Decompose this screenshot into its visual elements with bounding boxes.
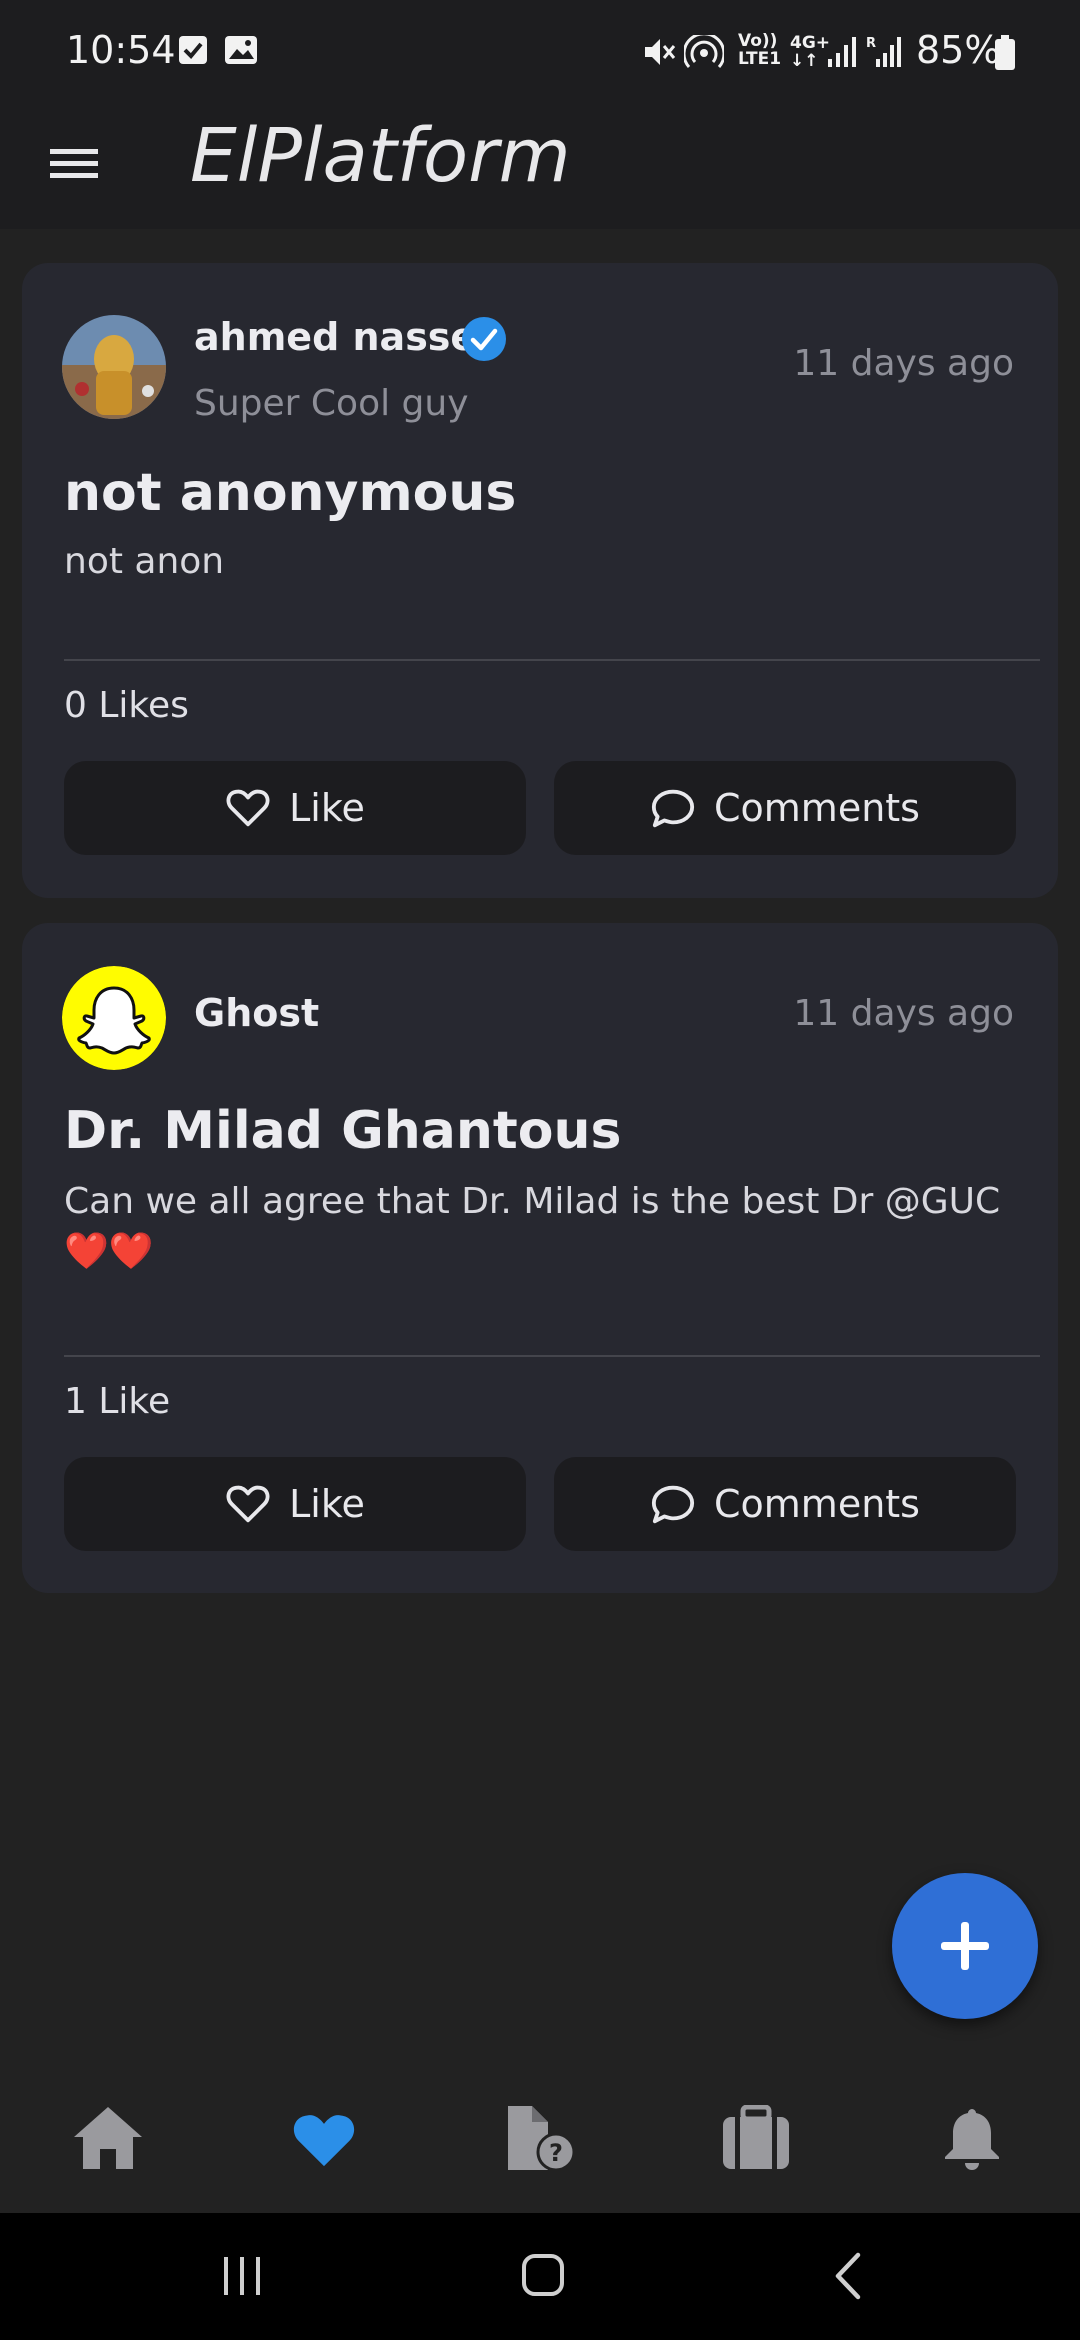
comments-button-label: Comments (714, 786, 920, 830)
svg-text:?: ? (549, 2139, 563, 2167)
nav-questions[interactable]: ? (500, 2098, 580, 2178)
post-title: not anonymous (64, 463, 517, 523)
image-notification-icon (224, 35, 258, 69)
home-system-icon[interactable] (520, 2251, 566, 2303)
post-title: Dr. Milad Ghantous (64, 1101, 622, 1161)
4g-icon: 4G+ ↓↑ (790, 33, 831, 71)
post-card: Ghost 11 days ago Dr. Milad Ghantous Can… (22, 923, 1058, 1593)
hotspot-icon (682, 32, 726, 75)
author-name[interactable]: Ghost (194, 991, 319, 1035)
like-button[interactable]: Like (64, 1457, 526, 1551)
like-button-label: Like (289, 786, 365, 830)
author-avatar[interactable] (62, 315, 166, 419)
signal-roaming-icon: R (866, 35, 902, 73)
verified-badge-icon (460, 315, 508, 363)
author-name[interactable]: ahmed nasser (194, 315, 495, 359)
briefcase-icon (723, 2105, 789, 2169)
home-icon (74, 2107, 142, 2169)
post-time: 11 days ago (793, 993, 1014, 1034)
author-avatar[interactable] (62, 966, 166, 1070)
nav-notifications[interactable] (932, 2098, 1012, 2178)
heart-outline-icon (226, 789, 270, 827)
like-button-label: Like (289, 1482, 365, 1526)
nav-jobs[interactable] (716, 2098, 796, 2178)
hamburger-menu-icon[interactable] (44, 133, 104, 193)
likes-count: 0 Likes (64, 685, 189, 726)
heart-outline-icon (226, 1485, 270, 1523)
heart-icon (293, 2115, 355, 2167)
app-bar: ElPlatform (0, 105, 1080, 229)
create-post-button[interactable] (892, 1873, 1038, 2019)
comments-button[interactable]: Comments (554, 1457, 1016, 1551)
author-subtitle: Super Cool guy (194, 383, 469, 424)
divider (64, 659, 1040, 661)
post-body: not anon (64, 541, 225, 582)
comment-bubble-icon (651, 789, 695, 828)
checkbox-notification-icon (178, 35, 208, 69)
post-body: Can we all agree that Dr. Milad is the b… (64, 1181, 1001, 1272)
plus-icon (941, 1922, 989, 1970)
comment-bubble-icon (651, 1485, 695, 1524)
status-time: 10:54 (66, 28, 176, 72)
comments-button[interactable]: Comments (554, 761, 1016, 855)
post-card: ahmed nasser Super Cool guy 11 days ago … (22, 263, 1058, 898)
divider (64, 1355, 1040, 1357)
nav-favorites[interactable] (284, 2098, 364, 2178)
bell-icon (945, 2109, 999, 2170)
bottom-navigation: ? (0, 2070, 1080, 2213)
post-time: 11 days ago (793, 343, 1014, 384)
comments-button-label: Comments (714, 1482, 920, 1526)
app-title: ElPlatform (190, 113, 571, 199)
back-icon[interactable] (828, 2251, 868, 2305)
battery-percent: 85% (916, 28, 1001, 72)
like-button[interactable]: Like (64, 761, 526, 855)
svg-text:R: R (866, 36, 876, 51)
nav-home[interactable] (68, 2098, 148, 2178)
system-navigation-bar (0, 2213, 1080, 2340)
mute-icon (642, 35, 678, 73)
document-question-icon: ? (508, 2106, 576, 2172)
recent-apps-icon[interactable] (218, 2253, 266, 2303)
signal-icon (826, 35, 860, 73)
volte-icon: Vo)) LTE1 (738, 31, 782, 69)
likes-count: 1 Like (64, 1381, 171, 1422)
battery-icon (994, 35, 1016, 75)
status-bar: 10:54 Vo)) LTE1 4G+ ↓↑ R 85% (0, 0, 1080, 105)
